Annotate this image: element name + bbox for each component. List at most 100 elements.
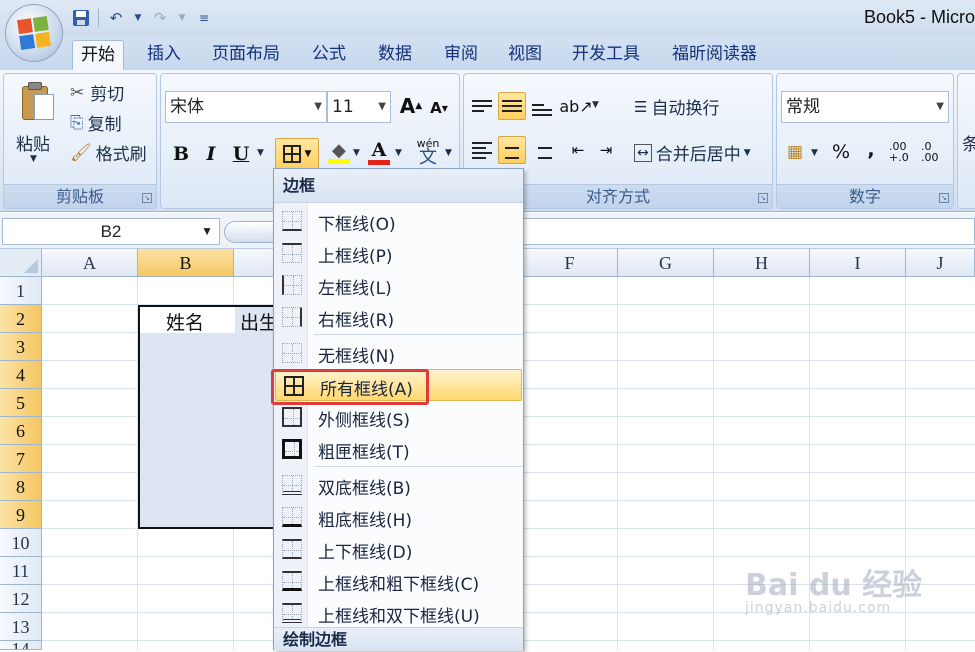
- row-header-3[interactable]: 3: [0, 333, 42, 361]
- chevron-down-icon[interactable]: ▼: [378, 92, 386, 122]
- row-header-12[interactable]: 12: [0, 585, 42, 613]
- phonetic-dropdown-icon[interactable]: ▼: [445, 148, 452, 158]
- menu-item-top-double-bottom-border[interactable]: 上框线和双下框线(U): [274, 597, 523, 629]
- underline-dropdown-icon[interactable]: ▼: [257, 148, 264, 158]
- menu-item-thick-bottom-border[interactable]: 粗底框线(H): [274, 501, 523, 533]
- borders-button[interactable]: ▼: [275, 138, 319, 170]
- tab-data[interactable]: 数据: [370, 40, 420, 70]
- align-bottom-icon[interactable]: [528, 92, 556, 120]
- cell-b2[interactable]: 姓名: [166, 308, 204, 335]
- percent-style-button[interactable]: %: [827, 138, 855, 166]
- office-button[interactable]: [5, 4, 63, 62]
- column-header-h[interactable]: H: [714, 249, 810, 277]
- menu-item-top-bottom-border[interactable]: 上下框线(D): [274, 533, 523, 565]
- fill-color-icon[interactable]: ◆: [325, 138, 353, 166]
- borders-dropdown-icon[interactable]: ▼: [305, 149, 312, 159]
- chevron-down-icon[interactable]: ▼: [314, 92, 322, 122]
- underline-button[interactable]: U: [227, 140, 255, 168]
- number-dialog-launcher-icon[interactable]: ↘: [939, 193, 949, 203]
- chevron-down-icon[interactable]: ▼: [201, 219, 213, 244]
- column-header-g[interactable]: G: [618, 249, 714, 277]
- row-header-11[interactable]: 11: [0, 557, 42, 585]
- row-header-1[interactable]: 1: [0, 277, 42, 305]
- row-header-7[interactable]: 7: [0, 445, 42, 473]
- orientation-dropdown-icon[interactable]: ▼: [592, 100, 599, 110]
- bold-button[interactable]: B: [167, 140, 195, 168]
- paste-button[interactable]: 粘贴: [16, 130, 50, 155]
- menu-item-double-bottom-border[interactable]: 双底框线(B): [274, 469, 523, 501]
- menu-item-right-border[interactable]: 右框线(R): [274, 301, 523, 333]
- grow-font-icon[interactable]: A ▲: [397, 92, 425, 120]
- tab-foxit-reader[interactable]: 福昕阅读器: [664, 40, 765, 70]
- accounting-format-icon[interactable]: ▦: [781, 138, 809, 166]
- row-header-4[interactable]: 4: [0, 361, 42, 389]
- tab-formulas[interactable]: 公式: [304, 40, 354, 70]
- tab-page-layout[interactable]: 页面布局: [204, 40, 288, 70]
- undo-dropdown-icon[interactable]: ▼: [133, 7, 143, 29]
- save-icon[interactable]: [70, 7, 92, 29]
- redo-dropdown-icon[interactable]: ▼: [177, 7, 187, 29]
- row-header-14[interactable]: 14: [0, 641, 42, 650]
- row-header-9[interactable]: 9: [0, 501, 42, 529]
- column-header-f[interactable]: F: [522, 249, 618, 277]
- accounting-dropdown-icon[interactable]: ▼: [811, 148, 818, 158]
- chevron-down-icon[interactable]: ▼: [936, 92, 944, 122]
- font-size-box[interactable]: 11 ▼: [327, 91, 391, 123]
- align-left-icon[interactable]: [468, 136, 496, 164]
- orientation-icon[interactable]: ab↗: [559, 92, 592, 120]
- comma-style-button[interactable]: ,: [857, 136, 885, 164]
- align-center-icon[interactable]: [498, 136, 526, 164]
- align-right-icon[interactable]: [528, 136, 556, 164]
- shrink-font-icon[interactable]: A ▼: [425, 94, 453, 122]
- name-box[interactable]: B2 ▼: [2, 218, 220, 245]
- paste-icon[interactable]: [16, 80, 56, 122]
- row-header-10[interactable]: 10: [0, 529, 42, 557]
- align-middle-icon[interactable]: [498, 92, 526, 120]
- undo-icon[interactable]: ↶: [105, 7, 127, 29]
- menu-item-bottom-border[interactable]: 下框线(O): [274, 205, 523, 237]
- row-header-2[interactable]: 2: [0, 305, 42, 333]
- customize-qat-icon[interactable]: ≡: [193, 7, 215, 29]
- wrap-text-button[interactable]: ☰ 自动换行: [634, 94, 719, 120]
- tab-home[interactable]: 开始: [72, 40, 124, 70]
- redo-icon[interactable]: ↷: [149, 7, 171, 29]
- tab-insert[interactable]: 插入: [139, 40, 189, 70]
- row-header-8[interactable]: 8: [0, 473, 42, 501]
- column-header-j[interactable]: J: [906, 249, 975, 277]
- format-painter-button[interactable]: 🖌 格式刷: [70, 140, 147, 166]
- selected-range[interactable]: [138, 305, 278, 529]
- column-header-i[interactable]: I: [810, 249, 906, 277]
- menu-item-left-border[interactable]: 左框线(L): [274, 269, 523, 301]
- select-all-button[interactable]: [0, 249, 42, 277]
- tab-developer[interactable]: 开发工具: [564, 40, 648, 70]
- copy-button[interactable]: ⎘ 复制: [70, 110, 122, 136]
- merge-center-button[interactable]: ↔ 合并后居中 ▼: [634, 140, 751, 165]
- row-header-13[interactable]: 13: [0, 613, 42, 641]
- menu-item-top-border[interactable]: 上框线(P): [274, 237, 523, 269]
- number-format-box[interactable]: 常规 ▼: [781, 91, 949, 123]
- menu-item-top-thick-bottom-border[interactable]: 上框线和粗下框线(C): [274, 565, 523, 597]
- column-header-b[interactable]: B: [138, 249, 234, 277]
- row-header-6[interactable]: 6: [0, 417, 42, 445]
- font-color-icon[interactable]: A: [365, 138, 393, 166]
- row-header-5[interactable]: 5: [0, 389, 42, 417]
- increase-decimal-icon[interactable]: .00 +.0: [889, 138, 919, 166]
- italic-button[interactable]: I: [197, 140, 225, 168]
- clipboard-dialog-launcher-icon[interactable]: ↘: [142, 193, 152, 203]
- conditional-format-button[interactable]: 条: [962, 130, 975, 155]
- menu-item-thick-box-border[interactable]: 粗匣框线(T): [274, 433, 523, 465]
- tab-view[interactable]: 视图: [500, 40, 550, 70]
- align-top-icon[interactable]: [468, 92, 496, 120]
- font-color-dropdown-icon[interactable]: ▼: [395, 148, 402, 158]
- merge-center-dropdown-icon[interactable]: ▼: [744, 148, 751, 158]
- alignment-dialog-launcher-icon[interactable]: ↘: [758, 193, 768, 203]
- formula-input[interactable]: [520, 218, 975, 245]
- decrease-indent-icon[interactable]: ⇤: [564, 136, 592, 164]
- phonetic-guide-icon[interactable]: wén 文: [411, 138, 445, 167]
- menu-item-outside-borders[interactable]: 外侧框线(S): [274, 401, 523, 433]
- decrease-decimal-icon[interactable]: .0 .00: [921, 138, 951, 166]
- increase-indent-icon[interactable]: ⇥: [592, 136, 620, 164]
- column-header-a[interactable]: A: [42, 249, 138, 277]
- tab-review[interactable]: 审阅: [436, 40, 486, 70]
- cut-button[interactable]: ✂ 剪切: [70, 80, 124, 106]
